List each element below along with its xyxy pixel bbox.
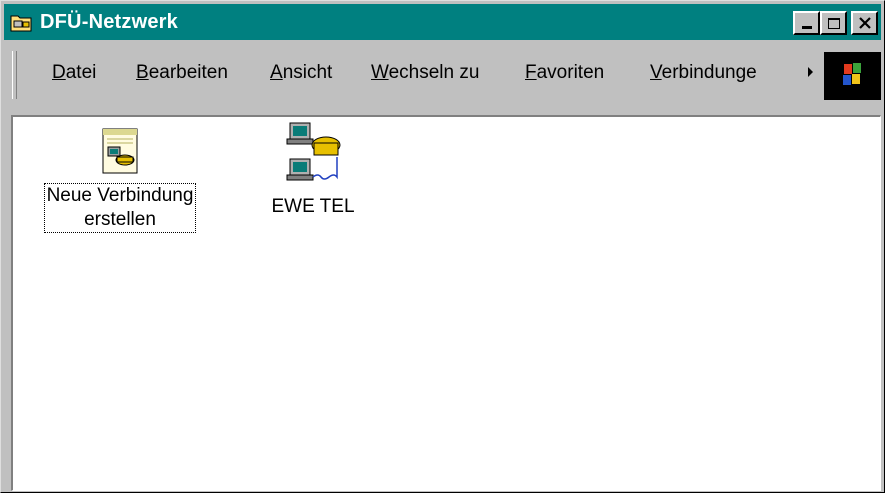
folder-view[interactable]: Neue Verbindung erstellen EWE TEL [11, 115, 881, 491]
menu-verbindungen[interactable]: Verbindunge [650, 62, 757, 84]
minimize-icon [802, 26, 812, 29]
toolbar-grip[interactable] [12, 51, 17, 99]
item-ewe-tel[interactable]: EWE TEL [253, 121, 373, 219]
maximize-button[interactable] [820, 11, 847, 35]
item-label-selected: Neue Verbindung erstellen [43, 183, 197, 233]
menu-wechseln-zu[interactable]: Wechseln zu [371, 62, 479, 84]
window-title: DFÜ-Netzwerk [40, 11, 178, 33]
close-icon [859, 17, 871, 29]
new-connection-icon [102, 128, 138, 174]
dialup-connection-icon [286, 122, 341, 181]
title-bar[interactable]: DFÜ-Netzwerk [4, 4, 881, 40]
menu-ansicht[interactable]: Ansicht [270, 62, 332, 84]
windows-logo-icon [824, 52, 881, 100]
menu-favoriten[interactable]: Favoriten [525, 62, 604, 84]
close-button[interactable] [851, 11, 878, 35]
minimize-button[interactable] [793, 11, 820, 35]
maximize-icon [828, 18, 840, 29]
menu-overflow-chevron-icon[interactable] [808, 67, 813, 77]
menu-bar: Datei Bearbeiten Ansicht Wechseln zu Fav… [4, 43, 881, 103]
dialup-folder-icon[interactable] [10, 12, 32, 32]
window: DFÜ-Netzwerk Datei Bearbeiten Ansicht We… [0, 0, 885, 493]
menu-bearbeiten[interactable]: Bearbeiten [136, 62, 228, 84]
item-label: EWE TEL [271, 196, 355, 217]
menu-datei[interactable]: Datei [52, 62, 96, 84]
item-neue-verbindung[interactable]: Neue Verbindung erstellen [31, 127, 209, 233]
